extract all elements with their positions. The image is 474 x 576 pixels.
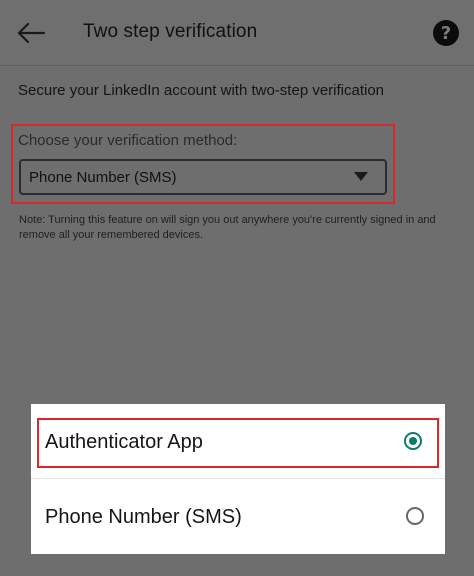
select-value: Phone Number (SMS): [29, 169, 177, 186]
header-divider: [0, 65, 474, 66]
question-circle-icon: ?: [440, 22, 452, 44]
verification-method-label: Choose your verification method:: [18, 132, 238, 149]
warning-note: Note: Turning this feature on will sign …: [19, 214, 436, 241]
radio-selected-icon[interactable]: [404, 432, 422, 450]
page-subtitle: Secure your LinkedIn account with two-st…: [18, 82, 385, 99]
back-button[interactable]: [14, 18, 48, 48]
option-authenticator-app[interactable]: Authenticator App: [31, 404, 445, 476]
option-divider: [31, 478, 445, 479]
verification-method-select[interactable]: Phone Number (SMS): [19, 159, 387, 195]
method-options-sheet: Authenticator App Phone Number (SMS): [31, 404, 445, 554]
help-button[interactable]: ?: [433, 20, 459, 46]
option-phone-number[interactable]: Phone Number (SMS): [31, 482, 445, 554]
option-label: Phone Number (SMS): [45, 506, 242, 528]
page-title: Two step verification: [83, 21, 258, 42]
caret-down-icon: [354, 172, 368, 181]
option-label: Authenticator App: [45, 431, 203, 453]
app-header: Two step verification ?: [0, 0, 474, 64]
radio-unselected-icon[interactable]: [406, 507, 424, 525]
arrow-left-icon: [17, 22, 46, 44]
